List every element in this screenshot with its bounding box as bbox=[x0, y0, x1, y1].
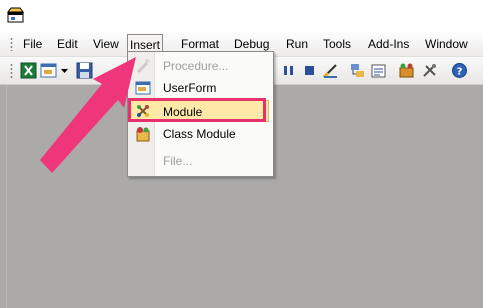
annotation-arrow bbox=[40, 57, 136, 173]
